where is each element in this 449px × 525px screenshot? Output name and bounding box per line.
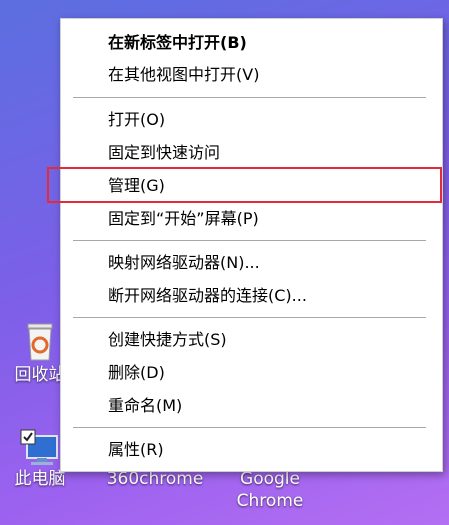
- menu-item-disconnect-drive[interactable]: 断开网络驱动器的连接(C)...: [61, 280, 442, 311]
- menu-item-create-shortcut[interactable]: 创建快捷方式(S): [61, 324, 442, 355]
- computer-icon: [20, 429, 58, 465]
- menu-item-map-drive[interactable]: 映射网络驱动器(N)...: [61, 247, 442, 278]
- menu-item-open[interactable]: 打开(O): [61, 104, 442, 135]
- menu-item-rename[interactable]: 重命名(M): [61, 390, 442, 421]
- manage-highlight-box: [47, 167, 442, 203]
- recycle-bin-icon: [27, 323, 53, 361]
- google-chrome-label-line2: Chrome: [236, 491, 304, 511]
- menu-separator: [73, 97, 426, 98]
- context-menu: 在新标签中打开(B) 在其他视图中打开(V) 打开(O) 固定到快速访问 管理(…: [47, 18, 443, 472]
- menu-item-pin-quick-access[interactable]: 固定到快速访问: [61, 137, 442, 168]
- menu-item-open-new-tab[interactable]: 在新标签中打开(B): [61, 27, 442, 58]
- menu-item-delete[interactable]: 删除(D): [61, 357, 442, 388]
- menu-separator: [73, 240, 426, 241]
- menu-item-properties[interactable]: 属性(R): [61, 434, 442, 465]
- menu-separator: [73, 427, 426, 428]
- menu-item-open-other-view[interactable]: 在其他视图中打开(V): [61, 59, 442, 90]
- menu-item-pin-start[interactable]: 固定到“开始”屏幕(P): [61, 203, 442, 234]
- menu-separator: [73, 317, 426, 318]
